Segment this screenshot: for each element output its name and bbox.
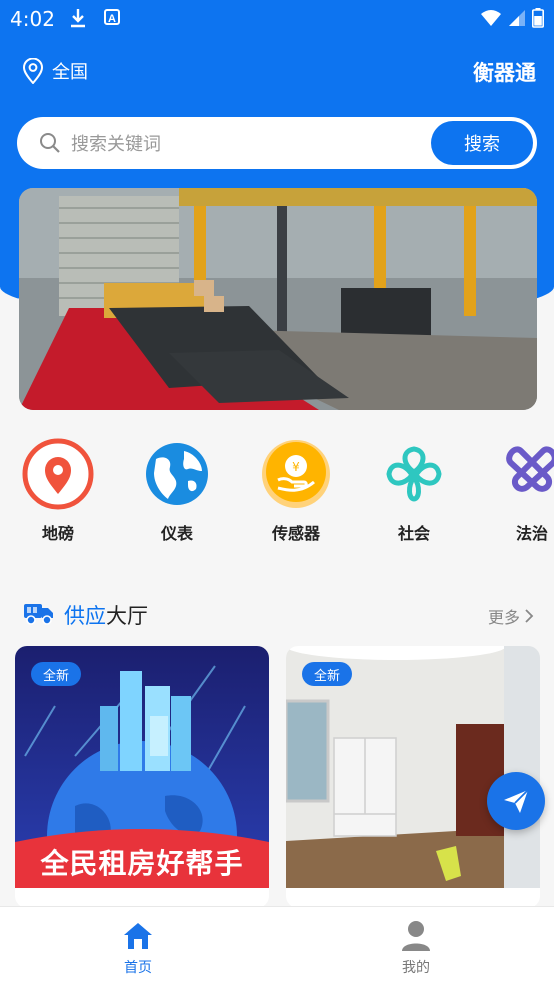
location-label: 全国: [52, 62, 88, 83]
category-yibiao[interactable]: 仪表: [132, 438, 222, 544]
search-button[interactable]: 搜索: [431, 121, 533, 165]
banner-image[interactable]: [19, 188, 537, 410]
location-selector[interactable]: 全国: [22, 58, 88, 84]
app-brand: 衡器通: [473, 61, 536, 85]
money-hand-icon: ¥: [262, 440, 330, 508]
battery-icon: [532, 8, 544, 28]
section-title-rest: 大厅: [106, 604, 148, 628]
heart-link-icon: [506, 446, 554, 492]
home-icon: [124, 923, 152, 949]
category-icon-wrap: [141, 438, 213, 510]
poster-headline: 全民租房好帮手: [40, 847, 244, 880]
publish-fab-button[interactable]: [487, 772, 545, 830]
location-pin-icon: [22, 58, 44, 84]
category-icon-wrap: ¥: [260, 438, 332, 510]
category-label: 法治: [515, 524, 548, 543]
wifi-icon: [481, 10, 501, 26]
category-label: 仪表: [160, 524, 193, 543]
more-label: 更多: [487, 608, 520, 627]
section-title: 供应大厅: [64, 600, 148, 630]
more-link[interactable]: 更多: [488, 604, 534, 628]
svg-text:¥: ¥: [292, 460, 300, 474]
map-pin-icon: [22, 438, 94, 510]
truck-icon: [24, 604, 53, 625]
search-bar[interactable]: 搜索关键词 搜索: [17, 117, 537, 169]
category-icon-wrap: [378, 438, 450, 510]
category-icon-wrap: [22, 438, 94, 510]
new-badge: 全新: [31, 662, 81, 686]
new-badge: 全新: [302, 662, 352, 686]
category-society[interactable]: 社会: [369, 438, 459, 544]
chevron-right-icon: [525, 609, 534, 623]
tab-mine-label: 我的: [402, 960, 430, 976]
tab-home-label: 首页: [124, 960, 152, 976]
section-title-accent: 供应: [64, 604, 106, 628]
app-notification-icon: A: [104, 9, 120, 25]
status-time: 4:02: [10, 7, 55, 31]
tab-home[interactable]: 首页: [88, 919, 188, 977]
download-icon: [71, 9, 85, 28]
supply-card[interactable]: 全民租房好帮手 全新: [15, 646, 269, 908]
bottom-tab-bar: 首页 我的: [0, 906, 554, 984]
factory-photo: [19, 188, 537, 410]
top-bar: 全国 衡器通: [0, 50, 554, 96]
category-icon-wrap: [496, 438, 554, 510]
category-sensor[interactable]: ¥ 传感器: [251, 438, 341, 544]
supply-section-header: 供应大厅 更多: [24, 598, 536, 632]
search-icon: [40, 133, 60, 153]
signal-icon: [509, 10, 525, 26]
category-label: 地磅: [41, 524, 74, 543]
clover-icon: [386, 446, 442, 502]
user-icon: [402, 921, 430, 951]
category-grid: 地磅 仪表 ¥ 传感器 社会 法治: [0, 438, 554, 548]
category-label: 社会: [397, 524, 430, 543]
globe-icon: [146, 443, 208, 505]
category-label: 传感器: [271, 524, 320, 543]
paper-plane-icon: [504, 789, 529, 813]
category-law[interactable]: 法治: [487, 438, 554, 544]
category-dibang[interactable]: 地磅: [13, 438, 103, 544]
svg-text:A: A: [108, 13, 116, 25]
search-placeholder[interactable]: 搜索关键词: [71, 130, 161, 156]
status-bar: 4:02 A: [0, 0, 554, 38]
tab-mine[interactable]: 我的: [366, 919, 466, 977]
